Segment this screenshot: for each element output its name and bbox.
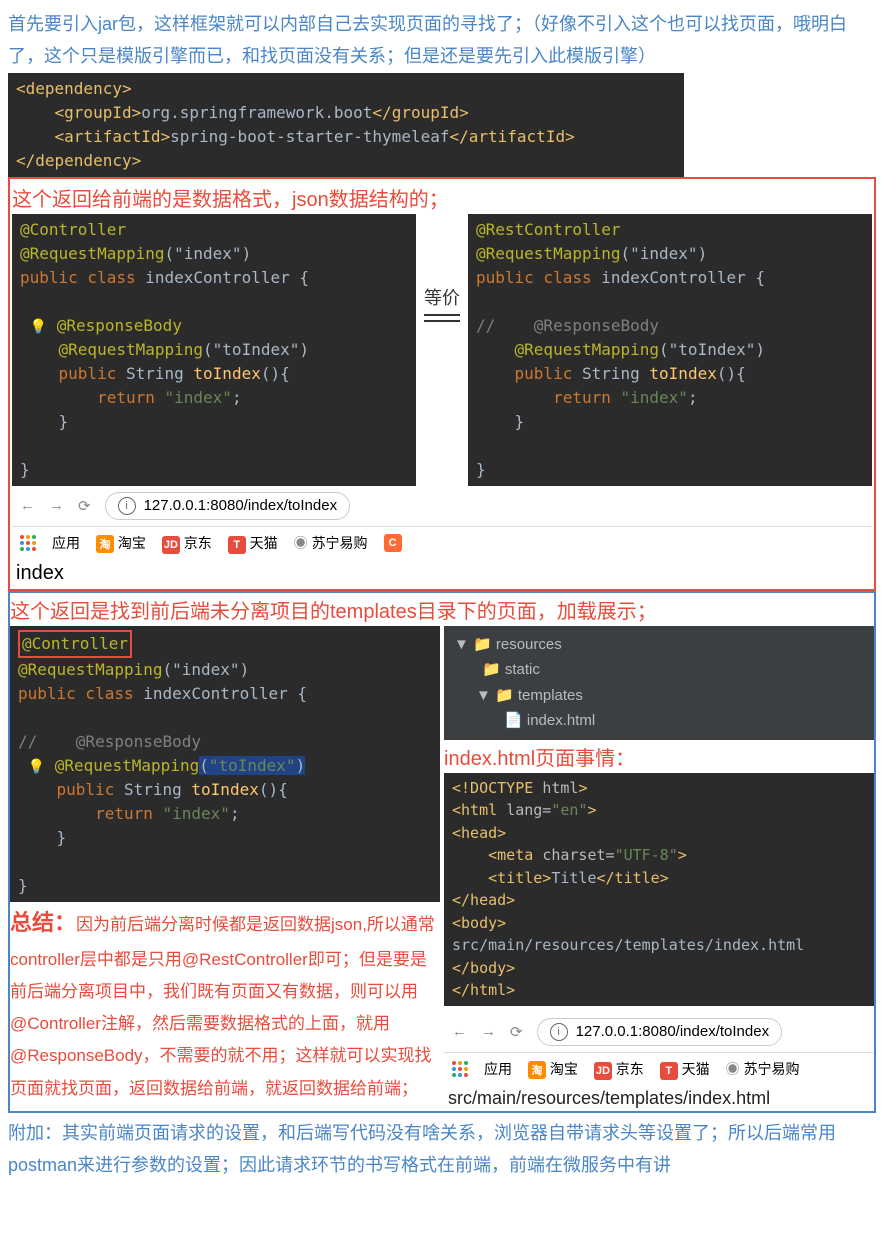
bookmark-jd[interactable]: JD 京东 <box>162 533 212 554</box>
rendered-path: src/main/resources/templates/index.html <box>444 1086 874 1111</box>
bookmark-tmall[interactable]: T 天猫 <box>660 1059 710 1080</box>
apps-icon[interactable] <box>20 535 36 551</box>
equals-label: 等价 <box>420 214 464 326</box>
html-template-code: <!DOCTYPE html> <html lang="en"> <head> … <box>444 773 874 1006</box>
bookmark-apps[interactable]: 应用 <box>484 1059 512 1079</box>
c-badge[interactable]: C <box>384 534 402 552</box>
section-title-1: 这个返回给前端的是数据格式，json数据结构的； <box>12 183 872 212</box>
code-left-controller: @Controller @RequestMapping("index") pub… <box>12 214 416 486</box>
code-right-restcontroller: @RestController @RequestMapping("index")… <box>468 214 872 486</box>
bookmark-bar-1: 应用 淘 淘宝 JD 京东 T 天猫 ◉ 苏宁易购 C <box>12 527 872 560</box>
bookmark-suning[interactable]: ◉ 苏宁易购 <box>294 533 368 553</box>
back-icon[interactable]: ← <box>452 1023 467 1040</box>
apps-icon[interactable] <box>452 1061 468 1077</box>
info-icon: i <box>118 497 136 515</box>
forward-icon[interactable]: → <box>481 1023 496 1040</box>
url-input[interactable]: i127.0.0.1:8080/index/toIndex <box>537 1018 783 1046</box>
browser-address-bar-2: ← → ⟳ i127.0.0.1:8080/index/toIndex <box>444 1012 874 1053</box>
forward-icon[interactable]: → <box>49 497 64 514</box>
intro-text: 首先要引入jar包，这样框架就可以内部自己去实现页面的寻找了；（好像不引入这个也… <box>8 8 876 73</box>
reload-icon[interactable]: ⟳ <box>510 1023 523 1041</box>
bookmark-taobao[interactable]: 淘 淘宝 <box>96 533 146 553</box>
footer-note: 附加：其实前端页面请求的设置，和后端写代码没有啥关系，浏览器自带请求头等设置了；… <box>8 1117 876 1182</box>
lightbulb-icon: 💡 <box>28 759 45 775</box>
bookmark-apps[interactable]: 应用 <box>52 533 80 553</box>
index-html-title: index.html页面事情： <box>444 742 874 771</box>
template-response-section: 这个返回是找到前后端未分离项目的templates目录下的页面，加载展示； @C… <box>8 591 876 1113</box>
browser-address-bar-1: ← → ⟳ i127.0.0.1:8080/index/toIndex <box>12 486 872 527</box>
bookmark-tmall[interactable]: T 天猫 <box>228 533 278 554</box>
back-icon[interactable]: ← <box>20 497 35 514</box>
reload-icon[interactable]: ⟳ <box>78 497 91 515</box>
bookmark-jd[interactable]: JD 京东 <box>594 1059 644 1080</box>
bookmark-bar-2: 应用 淘 淘宝 JD 京东 T 天猫 ◉ 苏宁易购 <box>444 1053 874 1086</box>
lightbulb-icon: 💡 <box>30 319 47 335</box>
info-icon: i <box>550 1023 568 1041</box>
summary-text: 总结：因为前后端分离时候都是返回数据json,所以通常controller层中都… <box>10 902 440 1105</box>
bookmark-suning[interactable]: ◉ 苏宁易购 <box>726 1059 800 1079</box>
json-response-section: 这个返回给前端的是数据格式，json数据结构的； @Controller @Re… <box>8 177 876 591</box>
file-tree: ▼ 📁 resources 📁 static ▼ 📁 templates 📄 i… <box>444 626 874 740</box>
bookmark-taobao[interactable]: 淘 淘宝 <box>528 1059 578 1079</box>
code-left-controller-2: @Controller @RequestMapping("index") pub… <box>10 626 440 902</box>
url-input[interactable]: i127.0.0.1:8080/index/toIndex <box>105 492 351 520</box>
browser-output: index <box>12 560 872 587</box>
section-title-2: 这个返回是找到前后端未分离项目的templates目录下的页面，加载展示； <box>10 595 874 624</box>
xml-dependency-code: <dependency> <groupId>org.springframewor… <box>8 73 684 177</box>
